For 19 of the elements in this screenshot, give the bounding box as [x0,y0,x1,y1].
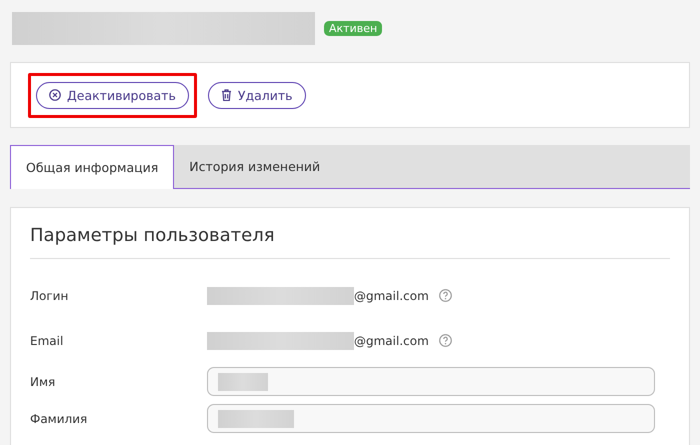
tab[interactable]: Общая информация [10,145,174,189]
tab[interactable]: История изменений [174,145,336,188]
field-label: Фамилия [30,412,88,426]
input-field[interactable] [207,404,655,433]
field-label: Имя [30,374,56,388]
trash-icon [220,89,232,101]
help-icon [438,334,452,347]
section-title: Параметры пользователя [30,208,670,259]
redaction-bar [218,372,268,390]
help-icon [438,289,452,302]
email-text: @gmail.com [354,334,429,348]
email-text: @gmail.com [354,288,429,302]
deactivate-button[interactable]: Деактивировать [36,82,189,108]
field-label: Логин [30,288,70,302]
input-field[interactable] [207,367,655,396]
close-circle-icon [49,89,61,101]
delete-button[interactable]: Удалить [208,82,306,108]
field-label: Email [30,334,64,348]
status-badge: Активен [324,21,382,36]
